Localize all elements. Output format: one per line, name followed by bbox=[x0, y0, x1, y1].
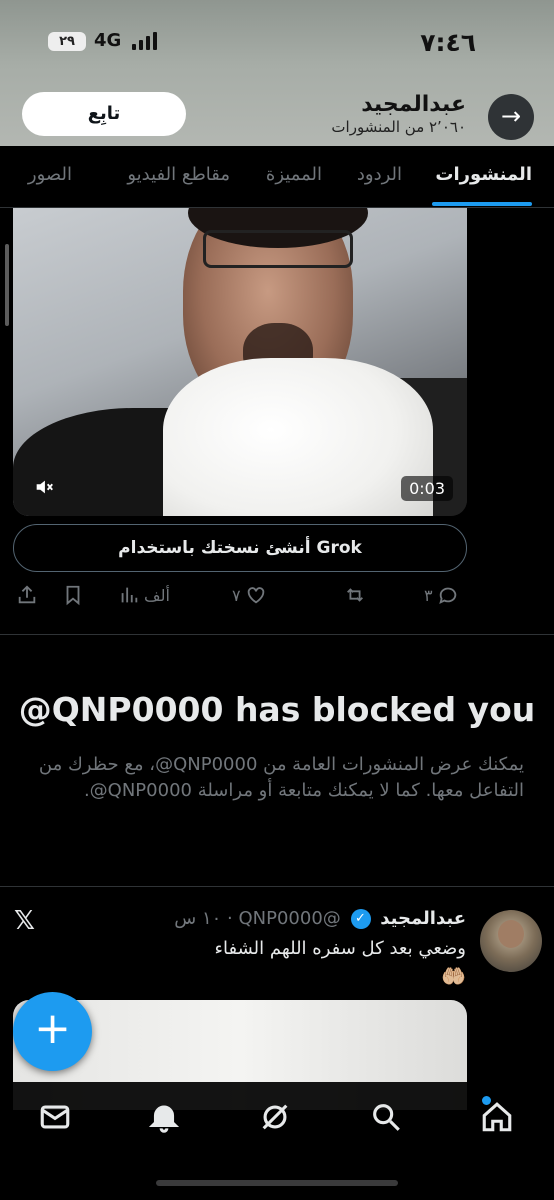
status-bar: ٢٩ 4G ٧:٤٦ bbox=[0, 0, 554, 80]
reply-icon bbox=[438, 587, 456, 605]
tab-photos[interactable]: الصور bbox=[28, 164, 72, 185]
messages-icon[interactable] bbox=[38, 1100, 72, 1134]
search-icon[interactable] bbox=[369, 1100, 403, 1134]
tweet-emoji: 🤲🏼 bbox=[441, 964, 466, 988]
grok-create-button[interactable]: أنشئ نسختك باستخدام Grok bbox=[13, 524, 467, 572]
home-icon[interactable] bbox=[480, 1100, 514, 1134]
tweet-header: عبدالمجيد ✓ @QNP0000 · ١٠ س bbox=[174, 908, 466, 929]
video-player[interactable]: 0:03 bbox=[13, 208, 467, 516]
like-button[interactable]: ٧ bbox=[232, 584, 267, 606]
arrow-right-icon: → bbox=[500, 102, 522, 130]
bookmark-icon[interactable] bbox=[62, 584, 84, 606]
home-indicator bbox=[156, 1180, 398, 1186]
views-count: ألف bbox=[144, 585, 170, 605]
profile-name: عبدالمجيد bbox=[361, 92, 466, 117]
battery-indicator: ٢٩ bbox=[48, 32, 86, 51]
tweet-handle[interactable]: @QNP0000 bbox=[238, 908, 340, 929]
post-count: ٢٬٠٦٠ من المنشورات bbox=[331, 118, 466, 136]
profile-header-banner: ٢٩ 4G ٧:٤٦ تابِع عبدالمجيد ٢٬٠٦٠ من المن… bbox=[0, 0, 554, 146]
follow-button[interactable]: تابِع bbox=[22, 92, 186, 136]
tab-videos[interactable]: مقاطع الفيديو bbox=[127, 164, 230, 185]
status-time: ٧:٤٦ bbox=[420, 28, 476, 57]
video-duration: 0:03 bbox=[401, 476, 453, 501]
views-icon bbox=[121, 587, 138, 603]
active-tab-indicator bbox=[432, 202, 532, 206]
blocked-description: يمكنك عرض المنشورات العامة من ‎@QNP0000،… bbox=[38, 754, 524, 801]
grok-icon[interactable] bbox=[258, 1100, 292, 1134]
replies-count: ٣ bbox=[424, 585, 433, 605]
repost-icon bbox=[347, 588, 363, 602]
profile-tabs: المنشورات الردود المميزة مقاطع الفيديو ا… bbox=[0, 146, 554, 208]
tweet-author-name[interactable]: عبدالمجيد bbox=[380, 908, 466, 929]
divider bbox=[0, 886, 554, 887]
avatar[interactable] bbox=[480, 910, 542, 972]
compose-button[interactable]: + bbox=[13, 992, 92, 1071]
share-icon[interactable] bbox=[16, 584, 38, 606]
tweet-text: وضعي بعد كل سفره اللهم الشفاء bbox=[214, 938, 466, 959]
divider bbox=[0, 634, 554, 635]
mute-icon[interactable] bbox=[33, 476, 59, 502]
x-logo-icon: 𝕏 bbox=[14, 906, 35, 936]
reply-button[interactable]: ٣ bbox=[424, 584, 459, 606]
back-button[interactable]: → bbox=[488, 94, 534, 140]
home-notification-dot bbox=[482, 1096, 491, 1105]
scrollbar[interactable] bbox=[5, 244, 9, 326]
views-button[interactable]: ألف bbox=[118, 584, 170, 606]
likes-count: ٧ bbox=[232, 585, 241, 605]
signal-icon bbox=[132, 32, 162, 50]
heart-icon bbox=[247, 587, 264, 604]
tab-posts[interactable]: المنشورات bbox=[435, 164, 532, 185]
post-actions: ألف ٧ ٣ bbox=[0, 580, 554, 614]
repost-button[interactable] bbox=[344, 584, 366, 606]
blocked-title: @QNP0000 has blocked you bbox=[18, 690, 536, 729]
tab-replies[interactable]: الردود bbox=[357, 164, 402, 185]
notifications-icon[interactable] bbox=[147, 1100, 181, 1134]
verified-badge-icon: ✓ bbox=[350, 909, 371, 929]
tab-highlights[interactable]: المميزة bbox=[266, 164, 322, 185]
tweet-timestamp: ١٠ س bbox=[174, 908, 222, 929]
network-indicator: 4G bbox=[94, 30, 122, 51]
